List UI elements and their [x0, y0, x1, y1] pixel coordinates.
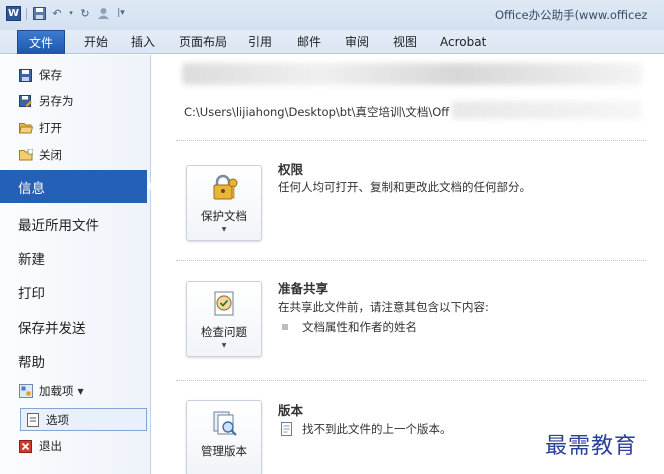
chevron-down-icon: ▼	[221, 342, 227, 349]
check-for-issues-button[interactable]: 检查问题 ▼	[186, 281, 262, 357]
list-item: 文档属性和作者的姓名	[278, 319, 417, 335]
nav-options-label: 选项	[46, 412, 69, 427]
nav-print-label: 打印	[18, 285, 45, 302]
nav-recent-label: 最近所用文件	[18, 217, 99, 234]
nav-save-as[interactable]: 另存为	[0, 90, 151, 112]
versions-description: 找不到此文件的上一个版本。	[302, 422, 452, 436]
watermark: 最需教育	[545, 434, 638, 459]
nav-info-label: 信息	[18, 180, 45, 197]
inspect-document-icon	[214, 291, 234, 316]
nav-help[interactable]: 帮助	[0, 344, 151, 377]
nav-exit[interactable]: 退出	[0, 435, 151, 457]
title-bar: W ↶ ▾ ↻ |▾ Office办公助手(www.officez	[0, 0, 664, 30]
nav-save-send[interactable]: 保存并发送	[0, 310, 151, 343]
nav-print[interactable]: 打印	[0, 275, 151, 308]
exit-icon	[18, 439, 33, 453]
qat-separator	[26, 7, 27, 20]
nav-options[interactable]: 选项	[20, 408, 147, 431]
customize-qat-icon[interactable]: |▾	[114, 7, 128, 21]
nav-close-label: 关闭	[39, 148, 62, 162]
user-icon[interactable]	[96, 7, 110, 21]
tab-page-layout[interactable]: 页面布局	[179, 30, 227, 54]
word-app-icon[interactable]: W	[6, 6, 21, 21]
bullet-icon	[282, 324, 288, 330]
save-icon	[18, 68, 33, 82]
options-icon	[25, 412, 40, 427]
undo-icon[interactable]: ↶	[50, 7, 64, 21]
list-item-label: 文档属性和作者的姓名	[302, 320, 417, 334]
nav-save-as-label: 另存为	[39, 94, 74, 108]
manage-versions-button[interactable]: 管理版本	[186, 400, 262, 474]
save-as-icon	[18, 94, 33, 108]
redo-icon[interactable]: ↻	[78, 7, 92, 21]
manage-versions-icon	[213, 411, 237, 436]
divider	[176, 260, 646, 261]
nav-new[interactable]: 新建	[0, 241, 151, 274]
save-icon[interactable]	[32, 7, 46, 21]
nav-save-send-label: 保存并发送	[18, 320, 86, 337]
divider	[176, 140, 646, 141]
chevron-down-icon: ▼	[77, 386, 84, 396]
prepare-sharing-description: 在共享此文件前，请注意其包含以下内容:	[278, 300, 489, 314]
tab-view[interactable]: 视图	[393, 30, 417, 54]
tab-acrobat[interactable]: Acrobat	[440, 30, 486, 54]
folder-open-icon	[18, 121, 33, 135]
document-icon	[281, 422, 292, 436]
versions-status: 找不到此文件的上一个版本。	[278, 421, 452, 437]
tab-references[interactable]: 引用	[248, 30, 272, 54]
versions-title: 版本	[278, 403, 304, 418]
folder-close-icon	[18, 148, 33, 162]
permissions-title: 权限	[278, 162, 304, 177]
tab-mailings[interactable]: 邮件	[297, 30, 321, 54]
document-path-blurred	[452, 101, 642, 119]
nav-open[interactable]: 打开	[0, 117, 151, 139]
lock-key-icon	[213, 174, 238, 200]
window-title: Office办公助手(www.officez	[495, 8, 648, 22]
document-path: C:\Users\lijiahong\Desktop\bt\真空培训\文档\Of…	[184, 105, 450, 119]
divider	[176, 380, 646, 381]
tab-review[interactable]: 审阅	[345, 30, 369, 54]
nav-save[interactable]: 保存	[0, 64, 151, 86]
nav-addins-label: 加载项	[39, 384, 74, 398]
prepare-sharing-title: 准备共享	[278, 281, 329, 296]
tab-insert[interactable]: 插入	[131, 30, 155, 54]
nav-close[interactable]: 关闭	[0, 144, 151, 166]
protect-document-button[interactable]: 保护文档 ▼	[186, 165, 262, 241]
nav-new-label: 新建	[18, 251, 45, 268]
backstage-nav: 保存 另存为 打开 关闭 信息 最近所用文件 新建 打印 保存并发送 帮助 加载…	[0, 55, 155, 474]
undo-dropdown-icon[interactable]: ▾	[68, 7, 74, 21]
addins-icon	[18, 384, 33, 398]
nav-open-label: 打开	[39, 121, 62, 135]
nav-info[interactable]: 信息	[0, 170, 155, 203]
chevron-down-icon: ▼	[221, 226, 227, 233]
nav-recent[interactable]: 最近所用文件	[0, 207, 151, 240]
check-for-issues-label: 检查问题	[201, 325, 247, 339]
permissions-description: 任何人均可打开、复制和更改此文档的任何部分。	[278, 180, 531, 194]
nav-exit-label: 退出	[39, 439, 62, 453]
document-title-blurred	[182, 63, 642, 85]
quick-access-toolbar: W ↶ ▾ ↻ |▾	[6, 6, 128, 21]
info-panel: C:\Users\lijiahong\Desktop\bt\真空培训\文档\Of…	[152, 55, 664, 474]
tab-file[interactable]: 文件	[17, 30, 65, 54]
protect-document-label: 保护文档	[201, 209, 247, 223]
tab-home[interactable]: 开始	[84, 30, 108, 54]
manage-versions-label: 管理版本	[201, 444, 247, 458]
nav-addins[interactable]: 加载项 ▼	[0, 380, 151, 402]
ribbon-tab-bar: 文件 开始 插入 页面布局 引用 邮件 审阅 视图 Acrobat	[0, 30, 664, 54]
nav-save-label: 保存	[39, 68, 62, 82]
nav-help-label: 帮助	[18, 354, 45, 371]
